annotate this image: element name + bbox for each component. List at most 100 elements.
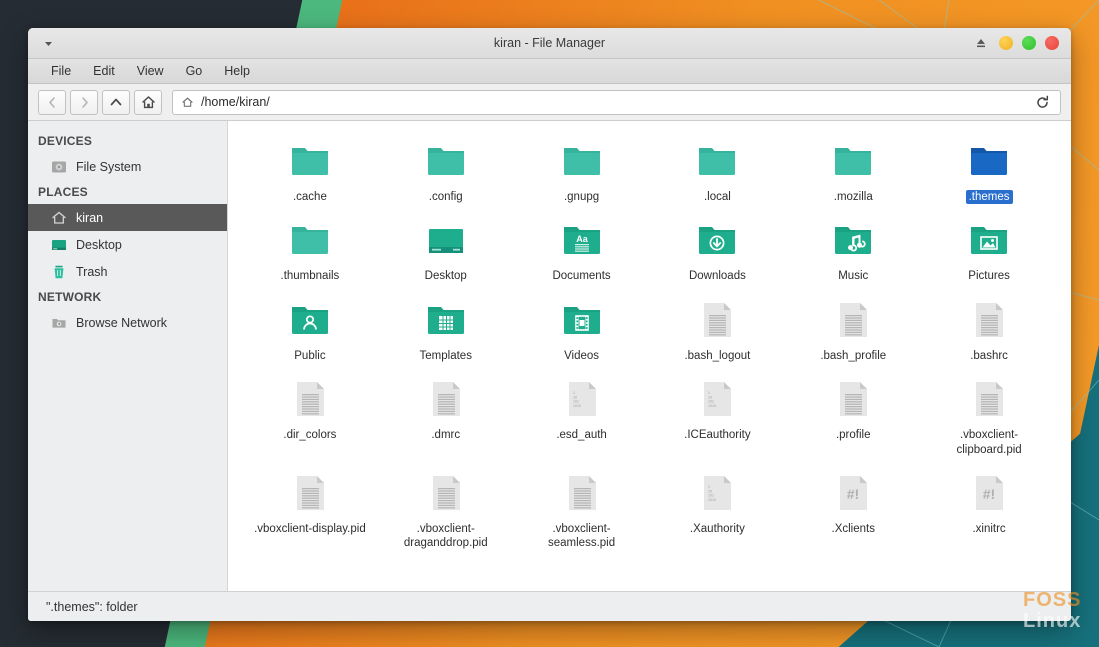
file-item-label: .local bbox=[703, 191, 731, 203]
desktop-folder-icon bbox=[422, 216, 470, 264]
network-folder-icon bbox=[50, 314, 67, 331]
file-item[interactable]: .vboxclient-draganddrop.pid bbox=[378, 463, 514, 555]
public-folder-icon bbox=[286, 296, 334, 344]
file-item[interactable]: .vboxclient-display.pid bbox=[242, 463, 378, 555]
file-item[interactable]: Desktop bbox=[378, 210, 514, 287]
text-file-icon bbox=[965, 375, 1013, 423]
file-item[interactable]: .bash_logout bbox=[649, 290, 785, 367]
folder-icon bbox=[829, 137, 877, 185]
sidebar-item-label: kiran bbox=[76, 210, 104, 225]
menu-item-help[interactable]: Help bbox=[213, 62, 261, 80]
sidebar-item-file-system[interactable]: File System bbox=[28, 153, 227, 180]
file-item-label: Templates bbox=[419, 349, 472, 362]
sidebar-item-label: Browse Network bbox=[76, 315, 167, 330]
window-titlebar[interactable]: kiran - File Manager bbox=[28, 28, 1071, 59]
binary-file-icon: 1 10 101 1010 bbox=[693, 375, 741, 423]
file-item[interactable]: Videos bbox=[514, 290, 650, 367]
folder-icon bbox=[693, 137, 741, 185]
file-item[interactable]: .cache bbox=[242, 131, 378, 208]
binary-file-icon: 1 10 101 1010 bbox=[693, 469, 741, 517]
chevron-up-icon bbox=[110, 98, 122, 106]
file-item[interactable]: 1 10 101 1010 .Xauthority bbox=[649, 463, 785, 555]
file-item[interactable]: .mozilla bbox=[785, 131, 921, 208]
sidebar-item-trash[interactable]: Trash bbox=[28, 258, 227, 285]
file-item[interactable]: .dir_colors bbox=[242, 369, 378, 461]
text-file-icon bbox=[422, 375, 470, 423]
menu-item-file[interactable]: File bbox=[40, 62, 82, 80]
file-item[interactable]: .gnupg bbox=[514, 131, 650, 208]
file-item[interactable]: Music bbox=[785, 210, 921, 287]
file-item-label: .vboxclient-display.pid bbox=[254, 522, 366, 535]
up-button[interactable] bbox=[102, 89, 130, 115]
path-input[interactable]: /home/kiran/ bbox=[201, 95, 270, 109]
dropdown-arrow-icon[interactable] bbox=[40, 35, 56, 51]
file-item-label: .bashrc bbox=[970, 349, 1008, 362]
sidebar-item-label: File System bbox=[76, 159, 142, 174]
file-item[interactable]: .dmrc bbox=[378, 369, 514, 461]
file-item-label: .themes bbox=[965, 190, 1013, 205]
file-item-label: .dir_colors bbox=[283, 429, 337, 442]
forward-button[interactable] bbox=[70, 89, 98, 115]
file-item[interactable]: Aa Documents bbox=[514, 210, 650, 287]
file-item-label: .mozilla bbox=[833, 191, 873, 203]
file-listing-area[interactable]: .cache .config .gnupg .local .mozilla .t… bbox=[228, 121, 1071, 591]
file-item[interactable]: Templates bbox=[378, 290, 514, 367]
file-item-label: .dmrc bbox=[431, 429, 461, 442]
file-item[interactable]: #! .Xclients bbox=[785, 463, 921, 555]
file-item[interactable]: .themes bbox=[921, 131, 1057, 208]
file-item-label: Pictures bbox=[968, 270, 1010, 283]
home-button[interactable] bbox=[134, 89, 162, 115]
file-item-label: .ICEauthority bbox=[684, 429, 751, 442]
file-item-label: Videos bbox=[564, 349, 600, 362]
menu-item-edit[interactable]: Edit bbox=[82, 62, 126, 80]
sidebar-item-browse-network[interactable]: Browse Network bbox=[28, 309, 227, 336]
sidebar-item-label: Trash bbox=[76, 264, 108, 279]
file-item-label: .vboxclient-seamless.pid bbox=[548, 522, 616, 550]
drive-icon bbox=[50, 158, 67, 175]
sidebar-item-desktop[interactable]: Desktop bbox=[28, 231, 227, 258]
minimize-button[interactable] bbox=[999, 36, 1013, 50]
file-item[interactable]: Downloads bbox=[649, 210, 785, 287]
file-item[interactable]: .bash_profile bbox=[785, 290, 921, 367]
text-file-icon bbox=[286, 469, 334, 517]
window-controls bbox=[974, 36, 1071, 50]
sidebar-heading-network: NETWORK bbox=[38, 290, 102, 304]
maximize-button[interactable] bbox=[1022, 36, 1036, 50]
file-item[interactable]: .vboxclient-clipboard.pid bbox=[921, 369, 1057, 461]
file-item[interactable]: 1 10 101 1010 .esd_auth bbox=[514, 369, 650, 461]
file-item[interactable]: .thumbnails bbox=[242, 210, 378, 287]
file-item-label: Downloads bbox=[688, 270, 746, 283]
sidebar-item-kiran[interactable]: kiran bbox=[28, 204, 227, 231]
menu-item-go[interactable]: Go bbox=[175, 62, 214, 80]
close-button[interactable] bbox=[1045, 36, 1059, 50]
text-file-icon bbox=[829, 375, 877, 423]
file-item[interactable]: .bashrc bbox=[921, 290, 1057, 367]
folder-icon bbox=[558, 137, 606, 185]
file-item-label: .Xclients bbox=[831, 522, 875, 535]
file-item[interactable]: .profile bbox=[785, 369, 921, 461]
sidebar-item-label: Desktop bbox=[76, 237, 122, 252]
file-item[interactable]: #! .xinitrc bbox=[921, 463, 1057, 555]
file-item-label: .xinitrc bbox=[972, 522, 1006, 535]
menu-item-view[interactable]: View bbox=[126, 62, 175, 80]
path-bar[interactable]: /home/kiran/ bbox=[172, 89, 1061, 115]
text-file-icon bbox=[693, 296, 741, 344]
back-button[interactable] bbox=[38, 89, 66, 115]
file-item[interactable]: Public bbox=[242, 290, 378, 367]
script-file-icon: #! bbox=[965, 469, 1013, 517]
file-item[interactable]: .vboxclient-seamless.pid bbox=[514, 463, 650, 555]
text-file-icon bbox=[558, 469, 606, 517]
reload-icon[interactable] bbox=[1032, 92, 1052, 112]
file-item[interactable]: .config bbox=[378, 131, 514, 208]
file-item[interactable]: .local bbox=[649, 131, 785, 208]
file-item-label: .profile bbox=[835, 429, 871, 442]
trash-icon bbox=[50, 263, 67, 280]
file-item[interactable]: 1 10 101 1010 .ICEauthority bbox=[649, 369, 785, 461]
pictures-folder-icon bbox=[965, 216, 1013, 264]
file-item[interactable]: Pictures bbox=[921, 210, 1057, 287]
svg-text:#!: #! bbox=[983, 486, 995, 502]
file-manager-window: kiran - File Manager File Edit View Go H… bbox=[28, 28, 1071, 621]
script-file-icon: #! bbox=[829, 469, 877, 517]
navigation-toolbar: /home/kiran/ bbox=[28, 84, 1071, 121]
eject-icon[interactable] bbox=[974, 36, 988, 50]
